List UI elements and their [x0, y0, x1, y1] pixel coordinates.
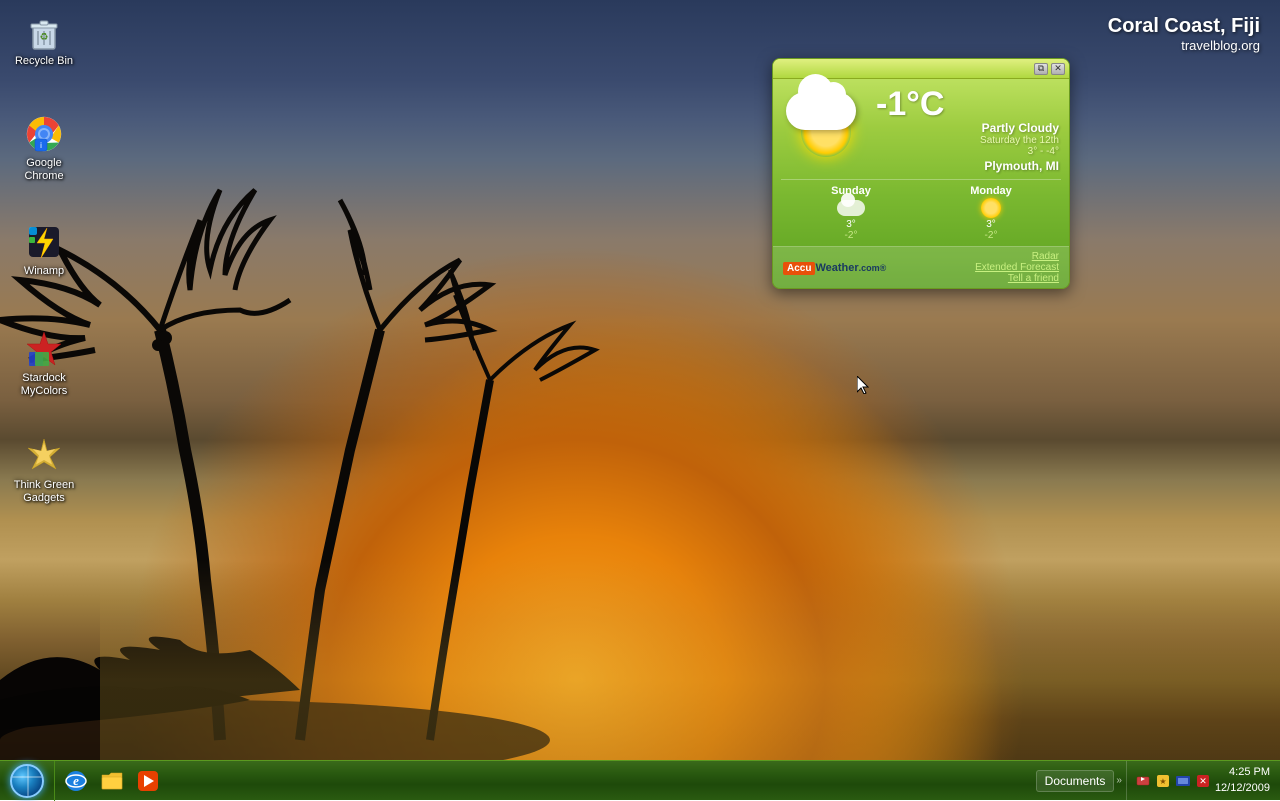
start-globe-icon	[10, 764, 44, 798]
recycle-bin-image: ♻	[24, 12, 64, 52]
system-clock[interactable]: 4:25 PM 12/12/2009	[1215, 765, 1270, 796]
stardock-mycolors-icon[interactable]: StardockMyColors	[8, 325, 80, 402]
svg-text:✕: ✕	[1199, 776, 1207, 786]
weather-restore-button[interactable]: ⧉	[1034, 63, 1048, 75]
think-green-label: Think GreenGadgets	[12, 479, 76, 505]
clock-time: 4:25 PM	[1215, 765, 1270, 780]
radar-link[interactable]: Radar	[1032, 251, 1059, 262]
taskbar-quick-launch: e	[55, 761, 169, 801]
documents-chevron[interactable]: »	[1116, 775, 1122, 786]
clock-date: 12/12/2009	[1215, 781, 1270, 796]
winamp-icon[interactable]: Winamp	[8, 218, 80, 282]
forecast-monday: Monday 3° -2°	[921, 185, 1061, 241]
weather-range: 3° - -4°	[876, 146, 1059, 157]
system-tray: ★ ✕ 4:25 PM 12/12/2009	[1126, 761, 1270, 801]
forecast-sunday-low: -2°	[781, 230, 921, 241]
forecast-monday-high: 3°	[921, 219, 1061, 230]
think-green-icon-image	[24, 436, 64, 476]
desktop: Coral Coast, Fiji travelblog.org ♻ Recyc…	[0, 0, 1280, 800]
weather-widget: ⧉ ✕ -1°C Partly Cloudy Saturday the 12th…	[772, 58, 1070, 289]
tell-friend-link[interactable]: Tell a friend	[1008, 273, 1059, 284]
weather-info: -1°C Partly Cloudy Saturday the 12th 3° …	[871, 87, 1059, 173]
weather-footer: AccuWeather.com® Radar Extended Forecast…	[773, 246, 1069, 288]
location-city: Coral Coast, Fiji	[1108, 15, 1260, 38]
winamp-icon-image	[24, 222, 64, 262]
forecast-monday-icon	[981, 198, 1001, 218]
think-green-gadgets-icon[interactable]: Think GreenGadgets	[8, 432, 80, 509]
svg-text:★: ★	[1159, 777, 1166, 786]
ie-taskbar-icon[interactable]: e	[60, 765, 92, 797]
svg-text:e: e	[73, 773, 79, 788]
weather-links: Radar Extended Forecast Tell a friend	[975, 251, 1059, 284]
weather-main: -1°C Partly Cloudy Saturday the 12th 3° …	[773, 79, 1069, 179]
media-player-taskbar-icon[interactable]	[132, 765, 164, 797]
location-website: travelblog.org	[1108, 38, 1260, 53]
svg-text:i: i	[40, 141, 42, 150]
forecast-sunday-high: 3°	[781, 219, 921, 230]
forecast-sunday: Sunday 3° -2°	[781, 185, 921, 241]
weather-date: Saturday the 12th	[876, 135, 1059, 146]
tray-icon-2[interactable]: ★	[1155, 773, 1171, 789]
stardock-icon-image	[24, 329, 64, 369]
location-display: Coral Coast, Fiji travelblog.org	[1108, 15, 1260, 53]
google-chrome-icon[interactable]: i GoogleChrome	[8, 110, 80, 187]
weather-condition: Partly Cloudy	[876, 121, 1059, 135]
forecast-monday-name: Monday	[921, 185, 1061, 197]
chrome-icon-image: i	[24, 114, 64, 154]
documents-button[interactable]: Documents	[1036, 770, 1115, 792]
weather-location: Plymouth, MI	[876, 159, 1059, 173]
tray-icon-1[interactable]	[1135, 773, 1151, 789]
forecast-monday-low: -2°	[921, 230, 1061, 241]
accuweather-brand: AccuWeather.com®	[783, 262, 886, 274]
recycle-bin-icon[interactable]: ♻ Recycle Bin	[8, 8, 80, 72]
forecast-sunday-icon	[837, 200, 865, 216]
weather-close-button[interactable]: ✕	[1051, 63, 1065, 75]
weather-cloud-icon	[786, 92, 856, 130]
mouse-cursor	[857, 376, 869, 394]
extended-forecast-link[interactable]: Extended Forecast	[975, 262, 1059, 273]
tray-icon-3[interactable]	[1175, 773, 1191, 789]
start-button[interactable]	[0, 761, 55, 801]
weather-temperature: -1°C	[876, 87, 1059, 121]
taskbar: e Documents »	[0, 760, 1280, 800]
chrome-label: GoogleChrome	[12, 157, 76, 183]
weather-forecast: Sunday 3° -2° Monday 3° -2°	[781, 179, 1061, 246]
documents-label: Documents	[1045, 774, 1106, 788]
winamp-label: Winamp	[12, 265, 76, 278]
taskbar-docs-area: Documents »	[1036, 770, 1122, 792]
recycle-bin-label: Recycle Bin	[12, 55, 76, 68]
taskbar-right: Documents » ★	[1026, 761, 1280, 801]
weather-icon-area	[781, 87, 871, 167]
palm-silhouettes	[0, 160, 700, 760]
tray-icon-4[interactable]: ✕	[1195, 773, 1211, 789]
folder-taskbar-icon[interactable]	[96, 765, 128, 797]
stardock-label: StardockMyColors	[12, 372, 76, 398]
svg-text:♻: ♻	[40, 32, 49, 43]
